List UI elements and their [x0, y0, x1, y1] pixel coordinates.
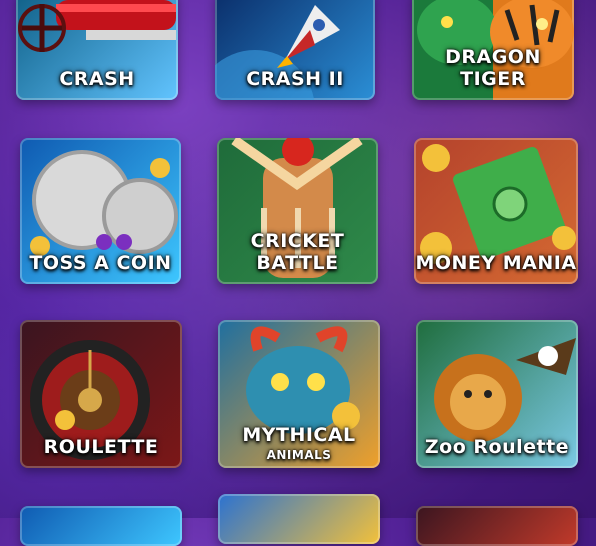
game-tile-crash[interactable]: CRASH: [16, 0, 178, 100]
game-tile-dragon-tiger[interactable]: DRAGON TIGER: [412, 0, 574, 100]
game-tile-zoo-roulette[interactable]: Zoo Roulette: [416, 320, 578, 468]
game-label: CRICKET BATTLE: [250, 230, 345, 274]
game-tile-money-mania[interactable]: MONEY MANIA: [414, 138, 578, 284]
game-tile-partial-2[interactable]: [218, 494, 380, 544]
game-tile-toss-a-coin[interactable]: TOSS A COIN: [20, 138, 181, 284]
game-label: Zoo Roulette: [424, 436, 570, 458]
game-tile-cricket-battle[interactable]: CRICKET BATTLE: [217, 138, 378, 284]
game-tile-roulette[interactable]: ROULETTE: [20, 320, 182, 468]
game-tile-crash-2[interactable]: CRASH II: [215, 0, 375, 100]
game-sublabel: ANIMALS: [266, 448, 332, 462]
game-tile-partial-1[interactable]: [20, 506, 182, 546]
game-label: TOSS A COIN: [29, 252, 172, 274]
game-label: DRAGON TIGER: [445, 46, 541, 90]
game-label: MYTHICAL: [242, 424, 356, 446]
game-tile-partial-3[interactable]: [416, 506, 578, 546]
game-label: CRASH II: [246, 68, 344, 90]
game-label: CRASH: [59, 68, 135, 90]
game-tile-mythical-animals[interactable]: MYTHICAL ANIMALS: [218, 320, 380, 468]
game-label: ROULETTE: [43, 436, 159, 458]
game-label: MONEY MANIA: [415, 252, 577, 274]
